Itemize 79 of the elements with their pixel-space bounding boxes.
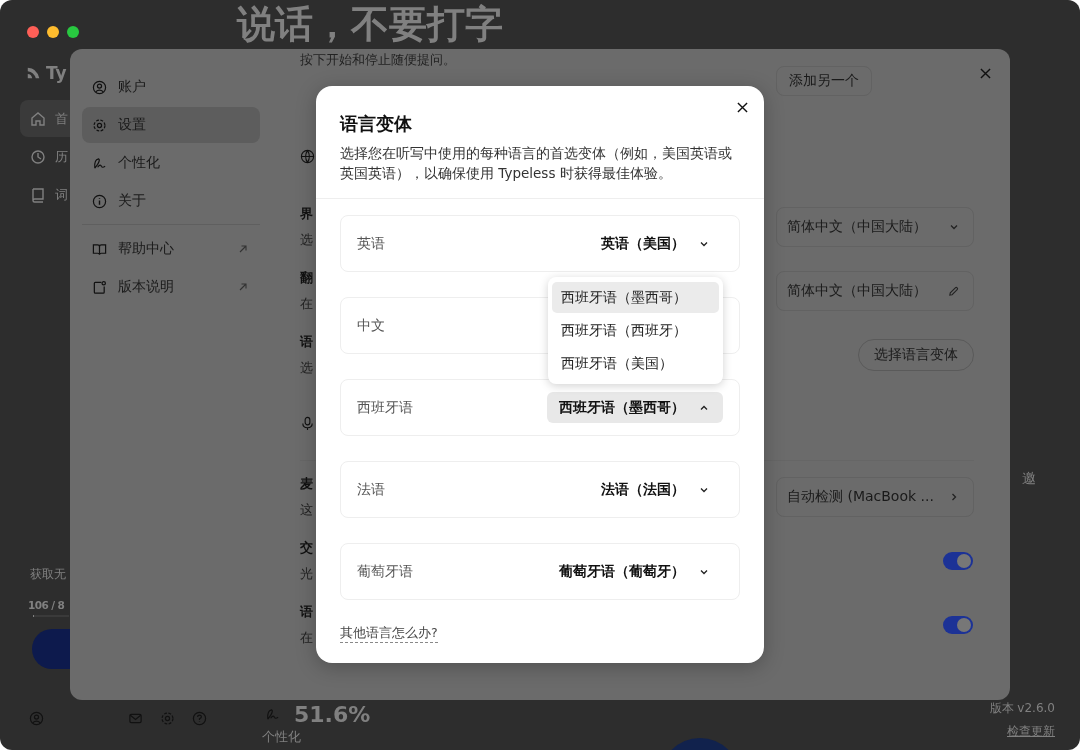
- logo-icon: [26, 65, 42, 81]
- stat-label: 个性化: [262, 730, 302, 744]
- mail-icon[interactable]: [128, 711, 143, 726]
- check-update-link[interactable]: 检查更新: [1007, 723, 1055, 740]
- settings-nav-item[interactable]: 关于: [82, 183, 260, 219]
- settings-link-item[interactable]: 帮助中心: [82, 231, 260, 267]
- info-icon: [92, 193, 107, 209]
- side-note-text: 邀: [1022, 470, 1036, 488]
- external-link-icon: [238, 244, 248, 254]
- settings-nav-item[interactable]: 账户: [82, 69, 260, 105]
- setting-description: 这: [300, 501, 313, 519]
- variant-dropdown[interactable]: 西班牙语（墨西哥）: [547, 392, 723, 423]
- close-icon[interactable]: [737, 102, 748, 113]
- language-name: 中文: [357, 316, 385, 335]
- language-name: 法语: [357, 480, 385, 499]
- variant-dropdown[interactable]: 葡萄牙语（葡萄牙）: [547, 556, 723, 587]
- setting-title: 交: [300, 539, 313, 557]
- microphone-icon: [300, 416, 315, 431]
- stat-value: 51.6%: [294, 702, 371, 727]
- setting-title: 语: [300, 333, 313, 351]
- quota-label: 获取无: [30, 566, 67, 583]
- settings-nav-item[interactable]: 个性化: [82, 145, 260, 181]
- toggle-switch[interactable]: [943, 616, 973, 634]
- settings-subtitle: 按下开始和停止随便提问。: [300, 51, 456, 69]
- version-text: 版本 v2.6.0: [989, 700, 1055, 717]
- setting-title: 麦: [300, 475, 313, 493]
- home-icon: [30, 110, 46, 127]
- settings-link-item[interactable]: 版本说明: [82, 269, 260, 305]
- dialog-title: 语言变体: [340, 112, 413, 136]
- app-logo-text: Ty: [46, 63, 67, 83]
- setting-description: 在: [300, 295, 313, 313]
- account-icon: [92, 79, 107, 95]
- external-link-icon: [238, 282, 248, 292]
- signature-icon: [92, 155, 107, 171]
- setting-description: 在: [300, 629, 313, 647]
- nav-item[interactable]: 词: [20, 176, 70, 213]
- language-name: 葡萄牙语: [357, 562, 413, 581]
- setting-description: 光: [300, 565, 313, 583]
- book-icon: [30, 186, 46, 203]
- other-languages-link[interactable]: 其他语言怎么办?: [340, 625, 438, 643]
- setting-title: 翻: [300, 269, 313, 287]
- language-variant-button[interactable]: 选择语言变体: [858, 339, 974, 371]
- note-icon: [92, 279, 107, 295]
- globe-icon: [300, 149, 315, 164]
- chevron-right-icon: [949, 492, 959, 502]
- settings-nav-item[interactable]: 设置: [82, 107, 260, 143]
- gear-icon: [92, 117, 107, 133]
- variant-dropdown[interactable]: 英语（美国）: [589, 228, 723, 259]
- setting-description: 选: [300, 359, 313, 377]
- variant-dropdown[interactable]: 法语（法国）: [589, 474, 723, 505]
- clock-icon: [30, 148, 46, 165]
- pencil-icon[interactable]: [948, 285, 959, 297]
- quota-count: 106 / 8: [28, 599, 66, 611]
- microphone-selector[interactable]: 自动检测 (MacBook ...: [776, 477, 974, 517]
- account-icon[interactable]: [29, 711, 44, 726]
- zoom-window-button[interactable]: [67, 26, 79, 38]
- signature-icon: [265, 707, 280, 722]
- book-icon: [92, 241, 107, 257]
- language-name: 英语: [357, 234, 385, 253]
- setting-title: 界: [300, 205, 313, 223]
- settings-icon[interactable]: [160, 711, 175, 726]
- dialog-description: 选择您在听写中使用的每种语言的首选变体（例如，美国英语或英国英语），以确保使用 Typeless 时获得最佳体验。: [340, 144, 733, 183]
- minimize-window-button[interactable]: [47, 26, 59, 38]
- nav-item[interactable]: 历: [20, 138, 70, 175]
- help-icon[interactable]: [192, 711, 207, 726]
- page-headline: 说话，不要打字: [237, 2, 504, 46]
- chevron-down-icon: [949, 222, 959, 232]
- nav-item[interactable]: 首: [20, 100, 70, 137]
- variant-option[interactable]: 西班牙语（墨西哥）: [552, 282, 719, 313]
- setting-description: 选: [300, 231, 313, 249]
- setting-title: 语: [300, 603, 313, 621]
- close-window-button[interactable]: [27, 26, 39, 38]
- variant-option[interactable]: 西班牙语（美国）: [552, 348, 719, 379]
- language-field[interactable]: 简体中文（中国大陆）: [776, 271, 974, 311]
- variant-option[interactable]: 西班牙语（西班牙）: [552, 315, 719, 346]
- language-name: 西班牙语: [357, 398, 413, 417]
- add-another-button[interactable]: 添加另一个: [776, 66, 872, 96]
- toggle-switch[interactable]: [943, 552, 973, 570]
- language-dropdown[interactable]: 简体中文（中国大陆）: [776, 207, 974, 247]
